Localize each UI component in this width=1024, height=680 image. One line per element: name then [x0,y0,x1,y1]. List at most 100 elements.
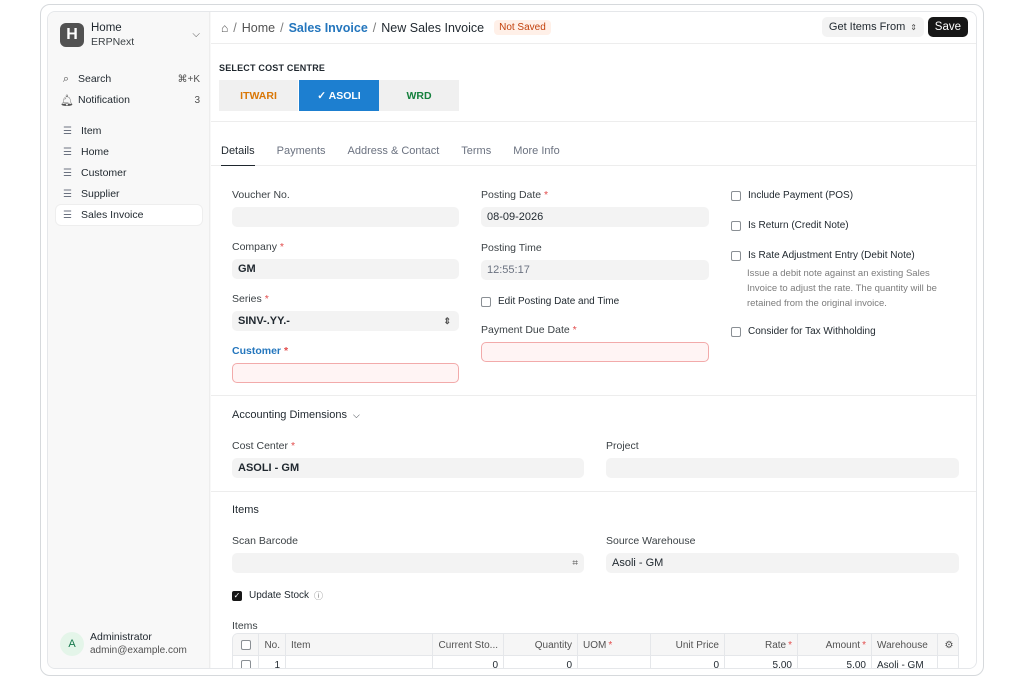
cell-item[interactable] [286,656,433,668]
barcode-scan-icon[interactable]: ⌗ [572,558,578,569]
rate-adjustment-help: Issue a debit note against an existing S… [747,268,937,309]
checkbox[interactable] [731,220,741,231]
form-tabs: Details Payments Address & Contact Terms… [211,136,976,166]
list-icon: ☰ [63,125,72,137]
checkbox[interactable] [731,190,741,201]
breadcrumb-home[interactable]: Home [242,21,275,35]
col-quantity: Quantity [504,634,578,656]
edit-posting-checkbox[interactable]: Edit Posting Date and Time [481,296,619,307]
rate-adjustment-checkbox[interactable]: Is Rate Adjustment Entry (Debit Note) [731,250,915,261]
items-section-title: Items [232,504,259,516]
cost-centre-asoli[interactable]: ✓ ASOLI [299,80,379,111]
sidebar-item-label: Item [81,125,102,137]
breadcrumb-doctype[interactable]: Sales Invoice [289,21,368,35]
checkbox[interactable]: ✓ [232,590,242,601]
cost-centre-wrd[interactable]: WRD [379,80,459,111]
scan-barcode-field[interactable]: ⌗ [232,553,584,573]
col-no: No. [259,634,286,656]
voucher-no-label: Voucher No. [232,189,290,201]
tab-payments[interactable]: Payments [277,136,326,166]
table-row[interactable]: 1 0 0 0 5.00 5.00 Asoli - GM [233,656,958,668]
cost-centre-label: SELECT COST CENTRE [219,63,326,73]
save-button[interactable]: Save [927,17,968,37]
customer-field[interactable] [232,363,459,383]
posting-date-field[interactable]: 08-09-2026 [481,207,709,227]
sidebar-item-label: Sales Invoice [81,209,144,221]
cell-quantity[interactable]: 0 [504,656,578,668]
company-field[interactable]: GM [232,259,459,279]
home-icon[interactable]: ⌂ [221,21,228,35]
series-value: SINV-.YY.- [238,315,290,327]
page-title: New Sales Invoice [381,20,485,35]
update-stock-checkbox[interactable]: ✓ Update Stock ⓘ [232,589,323,602]
cost-center-label: Cost Center * [232,440,296,452]
col-rate: Rate * [725,634,798,656]
tab-address-contact[interactable]: Address & Contact [348,136,440,166]
project-field[interactable] [606,458,959,478]
include-payment-checkbox[interactable]: Include Payment (POS) [731,190,853,201]
cell-no: 1 [259,656,286,668]
brand-title: Home [91,22,122,34]
sidebar-item-home[interactable]: ☰ Home [56,142,202,162]
tab-terms[interactable]: Terms [461,136,491,166]
items-table: No. Item Current Sto... Quantity UOM * Un… [232,633,959,668]
section-divider [211,395,976,396]
sidebar-item-supplier[interactable]: ☰ Supplier [56,184,202,204]
company-label: Company * [232,241,284,253]
cell-rate[interactable]: 5.00 [725,656,798,668]
sidebar-item-sales-invoice[interactable]: ☰ Sales Invoice [56,205,202,225]
cell-unit-price[interactable]: 0 [651,656,725,668]
is-return-checkbox[interactable]: Is Return (Credit Note) [731,220,849,231]
get-items-button[interactable]: Get Items From ⇕ [821,17,924,37]
posting-time-field[interactable]: 12:55:17 [481,260,709,280]
sidebar-item-item[interactable]: ☰ Item [56,121,202,141]
tax-withholding-checkbox[interactable]: Consider for Tax Withholding [731,326,876,337]
sidebar-item-customer[interactable]: ☰ Customer [56,163,202,183]
cell-warehouse[interactable]: Asoli - GM [872,656,938,668]
brand-logo: H [60,23,84,47]
posting-date-label: Posting Date * [481,189,549,201]
series-select[interactable]: SINV-.YY.- ⇕ [232,311,459,331]
source-warehouse-label: Source Warehouse [606,535,696,547]
workspace-switcher[interactable]: H Home ERPNext ⌵ [60,20,200,50]
chevron-updown-icon: ⇕ [443,315,451,326]
user-name: Administrator [90,631,152,643]
cost-centre-itwari[interactable]: ITWARI [219,80,299,111]
col-uom: UOM * [578,634,651,656]
sidebar-notification[interactable]: 🔔︎ Notification 3 [60,91,200,109]
accounting-dimensions-toggle[interactable]: Accounting Dimensions ⌵ [232,409,360,421]
user-menu[interactable]: A Administrator admin@example.com [60,630,200,658]
bell-icon: 🔔︎ [60,94,74,107]
breadcrumb: ⌂ / Home / Sales Invoice / New Sales Inv… [221,20,485,35]
source-warehouse-field[interactable]: Asoli - GM [606,553,959,573]
update-stock-label: Update Stock [249,590,310,601]
payment-due-date-field[interactable] [481,342,709,362]
gear-icon[interactable]: ⚙ [938,634,958,656]
tab-details[interactable]: Details [221,136,255,166]
list-icon: ☰ [63,167,72,179]
tab-more-info[interactable]: More Info [513,136,559,166]
sidebar-notification-label: Notification [78,94,130,106]
sidebar-item-label: Home [81,146,110,158]
select-all-checkbox[interactable] [233,634,259,656]
scan-barcode-label: Scan Barcode [232,535,298,547]
cell-uom[interactable] [578,656,651,668]
checkbox[interactable] [481,296,491,307]
posting-time-label: Posting Time [481,242,542,254]
avatar: A [60,632,84,656]
cost-center-field[interactable]: ASOLI - GM [232,458,584,478]
voucher-no-field[interactable] [232,207,459,227]
app-window: H Home ERPNext ⌵ ⌕ Search ⌘+K 🔔︎ Notific… [40,4,984,676]
checkbox[interactable] [731,326,741,337]
page-header: ⌂ / Home / Sales Invoice / New Sales Inv… [211,12,976,44]
col-unit-price: Unit Price [651,634,725,656]
col-amount: Amount * [798,634,872,656]
row-checkbox[interactable] [233,656,259,668]
col-warehouse: Warehouse [872,634,938,656]
sidebar-search[interactable]: ⌕ Search ⌘+K [60,70,200,88]
chevron-updown-icon: ⇕ [910,22,917,32]
brand-subtitle: ERPNext [91,36,135,48]
app-shell: H Home ERPNext ⌵ ⌕ Search ⌘+K 🔔︎ Notific… [47,11,977,669]
checkbox[interactable] [731,250,741,261]
include-payment-label: Include Payment (POS) [748,190,854,201]
